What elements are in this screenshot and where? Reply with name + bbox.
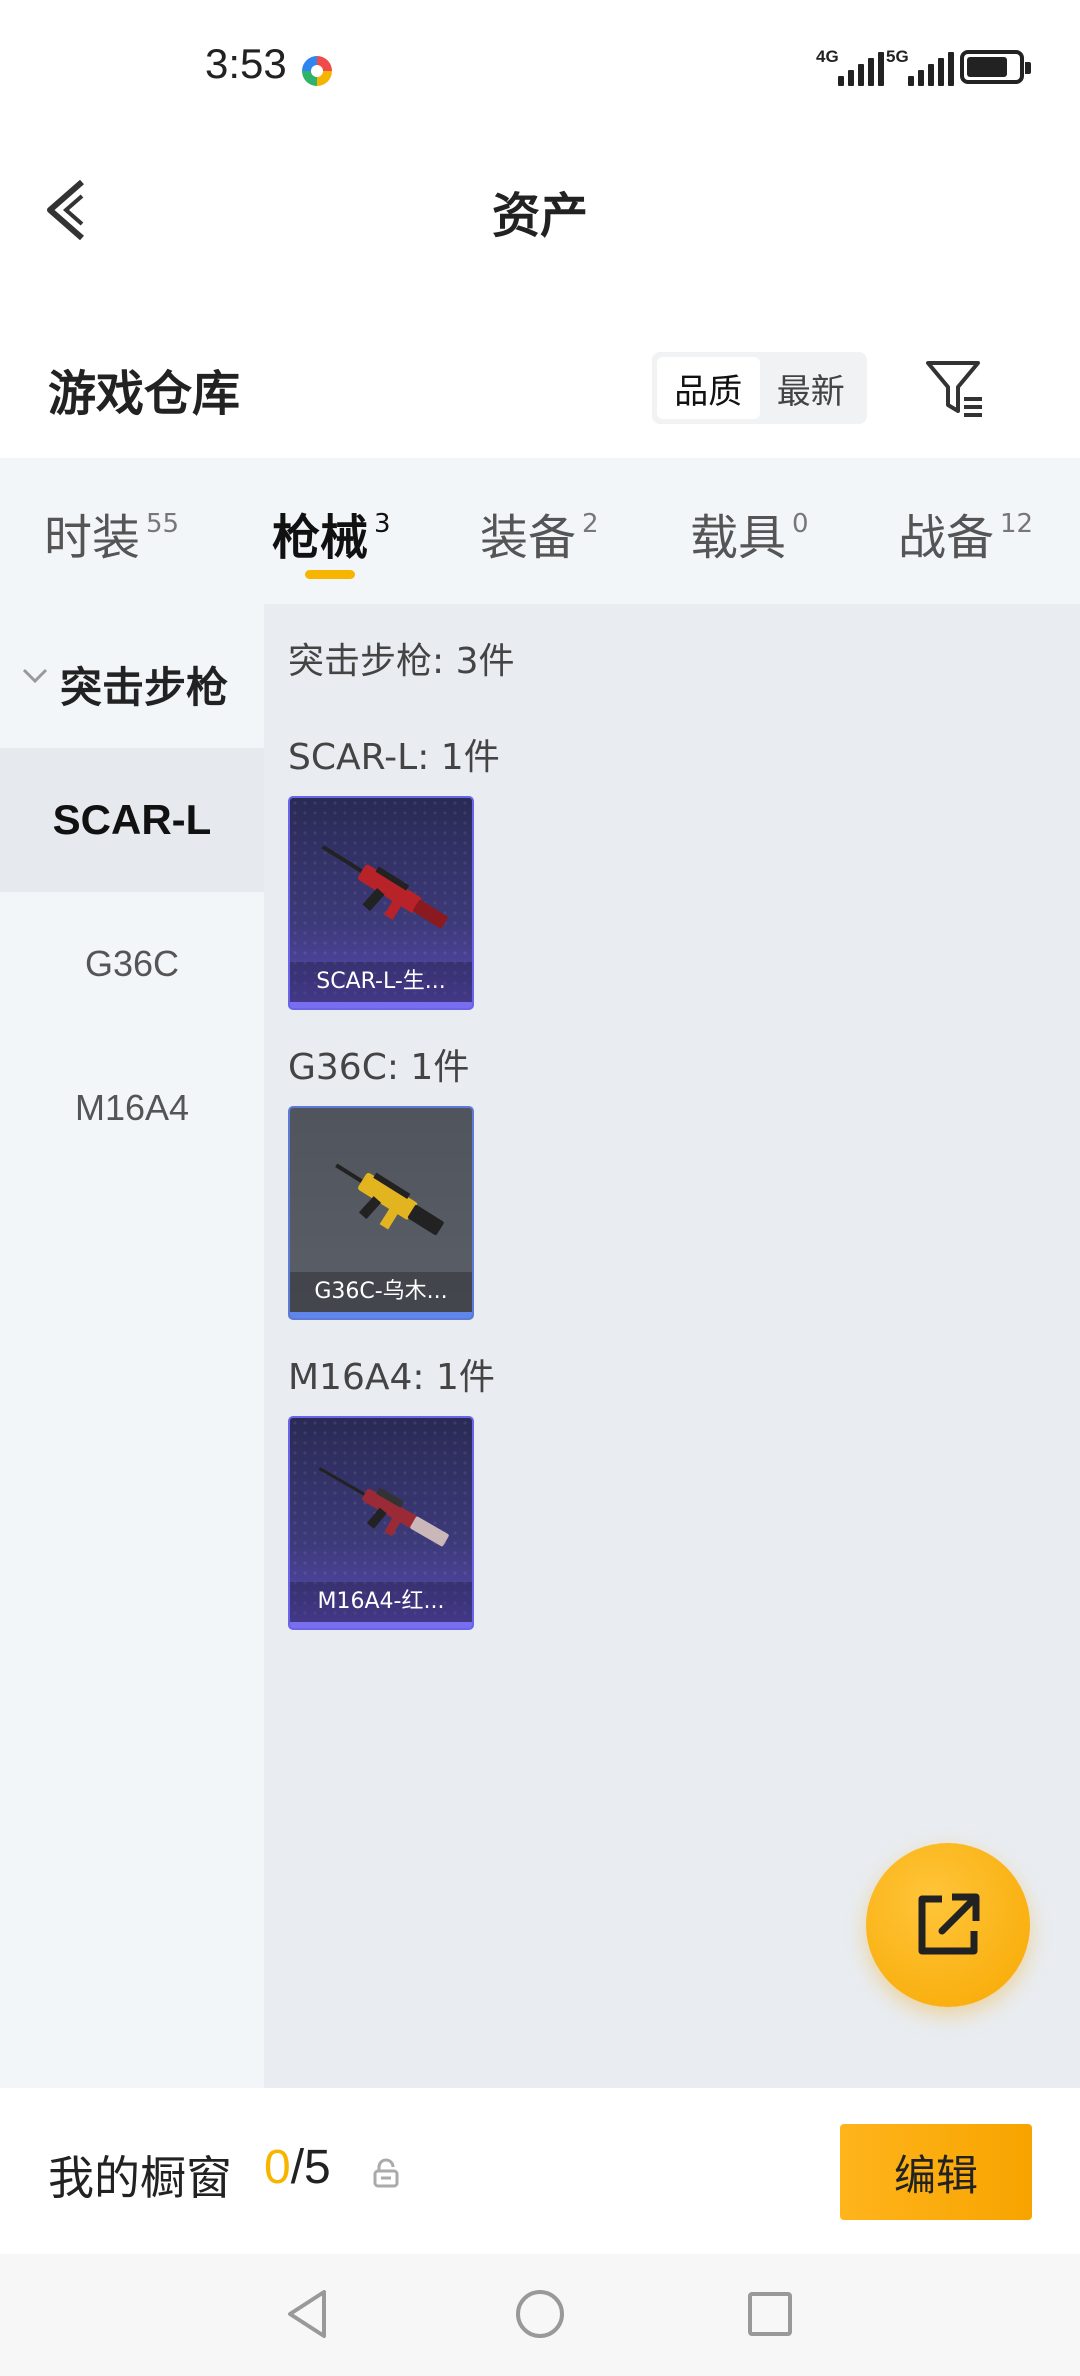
- rarity-bar: [290, 1622, 472, 1628]
- filter-icon: [926, 361, 982, 417]
- sort-toggle: 品质 最新: [652, 352, 867, 424]
- sort-latest-button[interactable]: 最新: [760, 357, 863, 419]
- sidebar-item-scar-l[interactable]: SCAR-L: [0, 748, 264, 892]
- showcase-count-total: /5: [290, 2141, 331, 2194]
- tab-equipment[interactable]: 装备 2: [480, 498, 599, 568]
- tab-count: 2: [582, 509, 599, 539]
- tab-label: 装备: [480, 510, 577, 566]
- item-card-scar-l[interactable]: SCAR-L-生...: [288, 796, 474, 1010]
- nav-recents-button[interactable]: [740, 2284, 800, 2344]
- battery-icon: [960, 50, 1031, 84]
- sidebar-item-m16a4[interactable]: M16A4: [0, 1036, 264, 1180]
- category-assault-rifle[interactable]: 突击步枪: [0, 634, 264, 724]
- edit-button[interactable]: 编辑: [840, 2124, 1032, 2220]
- tab-label: 时装: [44, 510, 141, 566]
- status-time: 3:53: [205, 40, 287, 87]
- tab-vehicles[interactable]: 载具 0: [690, 498, 809, 568]
- tab-label: 战备: [898, 510, 995, 566]
- page-title: 资产: [491, 188, 588, 244]
- rifle-icon: [321, 845, 448, 929]
- item-label: SCAR-L-生...: [290, 962, 472, 1002]
- system-nav-bar: [0, 2254, 1080, 2376]
- warehouse-header: 游戏仓库 品质 最新: [0, 330, 1080, 460]
- rifle-icon: [335, 1163, 444, 1236]
- showcase-label: 我的橱窗: [48, 2151, 232, 2205]
- group-title-g36c: G36C: 1件: [288, 1047, 470, 1088]
- tab-weapons[interactable]: 枪械 3: [272, 498, 391, 568]
- group-title-scar-l: SCAR-L: 1件: [288, 737, 500, 778]
- showcase-bar: 我的橱窗 0/5 编辑: [0, 2088, 1080, 2254]
- signal-strength-icon: [908, 50, 954, 86]
- status-bar: 3:53 4G 5G: [0, 0, 1080, 140]
- group-title-m16a4: M16A4: 1件: [288, 1357, 495, 1398]
- subcategory-sidebar: 突击步枪 SCAR-L G36C M16A4: [0, 604, 264, 2088]
- nav-back-icon: [288, 2290, 326, 2338]
- tab-count: 55: [146, 509, 180, 539]
- tab-label: 枪械: [272, 510, 369, 566]
- warehouse-title: 游戏仓库: [48, 366, 241, 422]
- rarity-bar: [290, 1002, 472, 1008]
- app-notification-icon: [302, 56, 332, 86]
- nav-recents-icon: [748, 2292, 792, 2336]
- sidebar-item-g36c[interactable]: G36C: [0, 892, 264, 1036]
- tab-count: 12: [1000, 509, 1034, 539]
- category-summary: 突击步枪: 3件: [288, 641, 515, 682]
- network-type-5g: 5G: [886, 47, 909, 66]
- chevron-down-icon: [22, 668, 48, 684]
- tab-count: 0: [792, 509, 809, 539]
- lock-icon: [373, 2158, 399, 2188]
- filter-button[interactable]: [922, 355, 988, 421]
- item-card-g36c[interactable]: G36C-乌木...: [288, 1106, 474, 1320]
- sort-quality-button[interactable]: 品质: [657, 357, 760, 419]
- nav-home-icon: [516, 2290, 564, 2338]
- share-external-icon: [918, 1893, 980, 1955]
- nav-back-button[interactable]: [280, 2284, 340, 2344]
- nav-home-button[interactable]: [510, 2284, 570, 2344]
- share-button[interactable]: [866, 1843, 1030, 2007]
- signal-strength-icon: [838, 50, 884, 86]
- rifle-icon: [318, 1467, 449, 1547]
- category-label: 突击步枪: [60, 663, 229, 712]
- tab-fashion[interactable]: 时装 55: [44, 498, 179, 568]
- tab-supplies[interactable]: 战备 12: [898, 498, 1033, 568]
- tab-count: 3: [374, 509, 391, 539]
- item-label: G36C-乌木...: [290, 1272, 472, 1312]
- category-tabs: 时装 55 枪械 3 装备 2 载具 0 战备 12: [0, 458, 1080, 604]
- item-card-m16a4[interactable]: M16A4-红...: [288, 1416, 474, 1630]
- rarity-bar: [290, 1312, 472, 1318]
- top-header: 资产: [0, 140, 1080, 270]
- showcase-count-current: 0: [264, 2141, 291, 2194]
- active-tab-indicator: [305, 570, 355, 579]
- network-type-4g: 4G: [816, 47, 839, 66]
- item-label: M16A4-红...: [290, 1582, 472, 1622]
- tab-label: 载具: [690, 510, 787, 566]
- showcase-count: 0/5: [264, 2140, 331, 2195]
